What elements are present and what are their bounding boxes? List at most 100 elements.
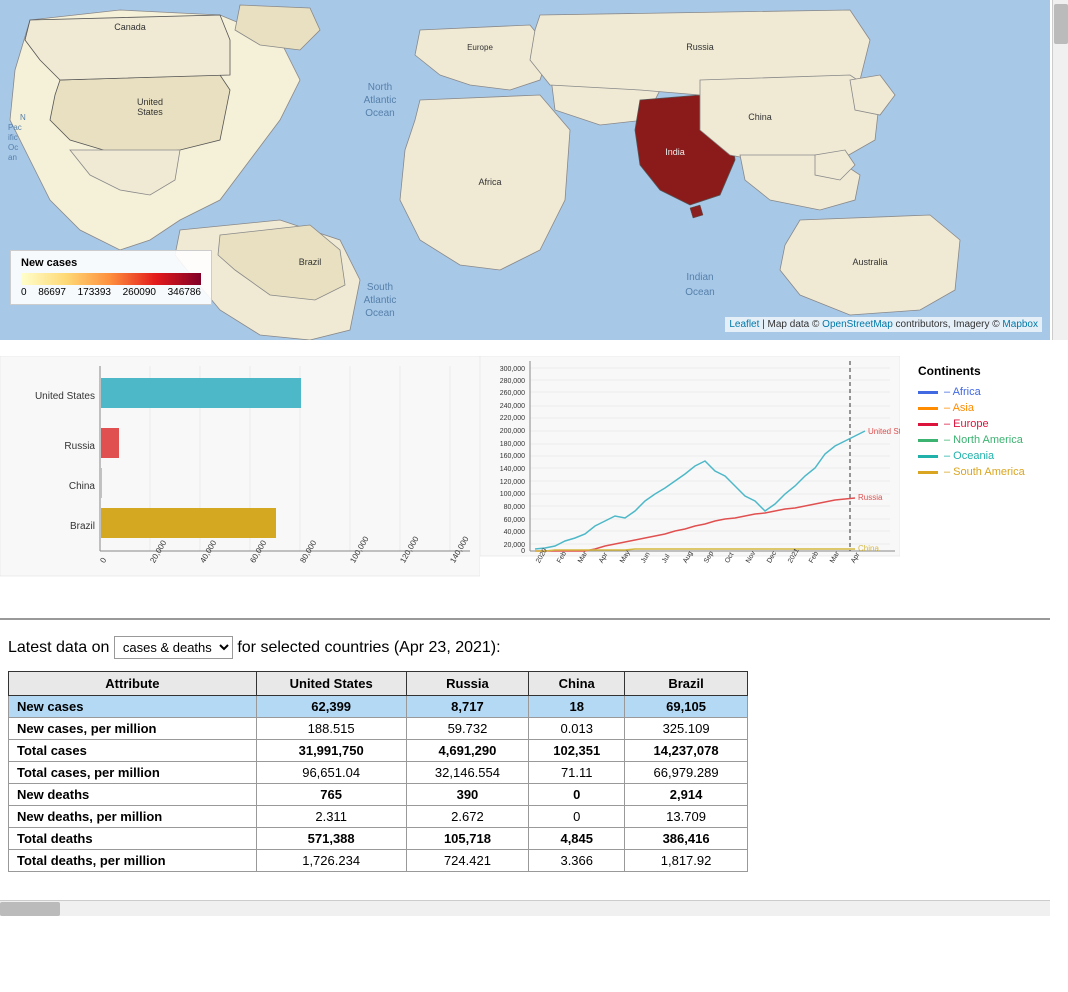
cell-value-3-0: 96,651.04 [256,762,406,784]
legend-color-1 [918,407,938,410]
leaflet-link[interactable]: Leaflet [729,319,759,330]
svg-text:Russia: Russia [858,493,883,502]
svg-text:Russia: Russia [686,42,714,52]
svg-text:China: China [858,544,879,553]
legend-color-2 [918,423,938,426]
legend-val-1: 86697 [38,287,66,298]
scrollbar-thumb[interactable] [1054,4,1068,44]
legend-label-1: – Asia [944,402,974,414]
svg-text:300,000: 300,000 [500,366,525,373]
legend-label-3: – North America [944,434,1023,446]
legend-item-2: – Europe [918,418,1042,430]
cell-value-5-0: 2.311 [256,806,406,828]
cell-attribute-7: Total deaths, per million [9,850,257,872]
legend-val-0: 0 [21,287,27,298]
cell-value-5-2: 0 [529,806,625,828]
line-chart-area: 300,000 280,000 260,000 240,000 220,000 … [480,356,1050,596]
legend-title: New cases [21,257,201,269]
cell-value-5-1: 2.672 [406,806,529,828]
header-suffix: for selected countries (Apr 23, 2021): [237,639,500,656]
cell-value-4-3: 2,914 [625,784,748,806]
svg-text:60,000: 60,000 [504,517,526,524]
svg-text:India: India [665,147,685,157]
color-gradient [21,273,201,285]
svg-text:Ocean: Ocean [365,308,394,319]
svg-text:0: 0 [521,548,525,555]
cell-value-6-1: 105,718 [406,828,529,850]
svg-text:Africa: Africa [478,177,501,187]
table-row: New deaths, per million2.3112.672013.709 [9,806,748,828]
cell-value-6-0: 571,388 [256,828,406,850]
svg-text:280,000: 280,000 [500,378,525,385]
legend-label-0: – Africa [944,386,981,398]
legend-item-5: – South America [918,466,1042,478]
line-chart-svg: 300,000 280,000 260,000 240,000 220,000 … [480,356,900,586]
cell-value-3-3: 66,979.289 [625,762,748,784]
svg-text:Russia: Russia [64,441,95,452]
svg-text:Atlantic: Atlantic [364,95,397,106]
cell-value-1-0: 188.515 [256,718,406,740]
cell-value-4-2: 0 [529,784,625,806]
cell-attribute-0: New cases [9,696,257,718]
cell-value-0-0: 62,399 [256,696,406,718]
legend-color-0 [918,391,938,394]
svg-text:180,000: 180,000 [500,441,525,448]
cell-value-5-3: 13.709 [625,806,748,828]
mapbox-link[interactable]: Mapbox [1002,319,1038,330]
svg-text:200,000: 200,000 [500,428,525,435]
svg-text:Oc: Oc [8,143,18,152]
metric-dropdown[interactable]: cases & deaths cases deaths tests [114,636,233,659]
osm-link[interactable]: OpenStreetMap [822,319,893,330]
cell-value-1-1: 59.732 [406,718,529,740]
h-scrollbar-thumb[interactable] [0,902,60,916]
svg-text:China: China [69,481,96,492]
cell-value-4-1: 390 [406,784,529,806]
legend-val-4: 346786 [168,287,201,298]
map-legend: New cases 0 86697 173393 260090 346786 [10,250,212,305]
data-header: Latest data on cases & deaths cases deat… [8,636,1042,659]
cell-attribute-1: New cases, per million [9,718,257,740]
cell-value-2-3: 14,237,078 [625,740,748,762]
svg-text:Brazil: Brazil [70,521,95,532]
cell-value-6-2: 4,845 [529,828,625,850]
svg-text:100,000: 100,000 [500,491,525,498]
legend-color-3 [918,439,938,442]
svg-text:Ocean: Ocean [685,287,714,298]
legend-numbers: 0 86697 173393 260090 346786 [21,287,201,298]
col-header-attribute: Attribute [9,672,257,696]
cell-value-7-2: 3.366 [529,850,625,872]
table-body: New cases62,3998,7171869,105New cases, p… [9,696,748,872]
header-prefix: Latest data on [8,639,109,656]
vertical-scrollbar[interactable] [1052,0,1068,340]
legend-color-5 [918,471,938,474]
svg-text:North: North [368,82,392,93]
cell-value-0-1: 8,717 [406,696,529,718]
legend-label-4: – Oceania [944,450,994,462]
col-header-china: China [529,672,625,696]
svg-text:United States: United States [868,427,900,436]
cell-value-7-3: 1,817.92 [625,850,748,872]
svg-text:260,000: 260,000 [500,390,525,397]
svg-text:China: China [748,112,772,122]
legend-item-1: – Asia [918,402,1042,414]
cell-value-2-0: 31,991,750 [256,740,406,762]
svg-text:an: an [8,153,17,162]
svg-text:120,000: 120,000 [500,479,525,486]
horizontal-scrollbar[interactable] [0,900,1050,916]
svg-text:160,000: 160,000 [500,453,525,460]
cell-value-2-2: 102,351 [529,740,625,762]
cell-value-3-2: 71.11 [529,762,625,784]
cell-value-0-3: 69,105 [625,696,748,718]
table-row: Total cases, per million96,651.0432,146.… [9,762,748,784]
svg-text:States: States [137,107,163,117]
svg-text:80,000: 80,000 [504,504,526,511]
legend-items: – Africa – Asia – Europe – North America – O… [918,386,1042,478]
legend-val-3: 260090 [123,287,156,298]
svg-text:Europe: Europe [467,43,493,52]
cell-value-7-0: 1,726.234 [256,850,406,872]
legend-label-5: – South America [944,466,1025,478]
svg-text:ific: ific [8,133,18,142]
world-map[interactable]: United States Canada Brazil Europe Afric… [0,0,1050,340]
table-row: Total deaths571,388105,7184,845386,416 [9,828,748,850]
cell-attribute-4: New deaths [9,784,257,806]
